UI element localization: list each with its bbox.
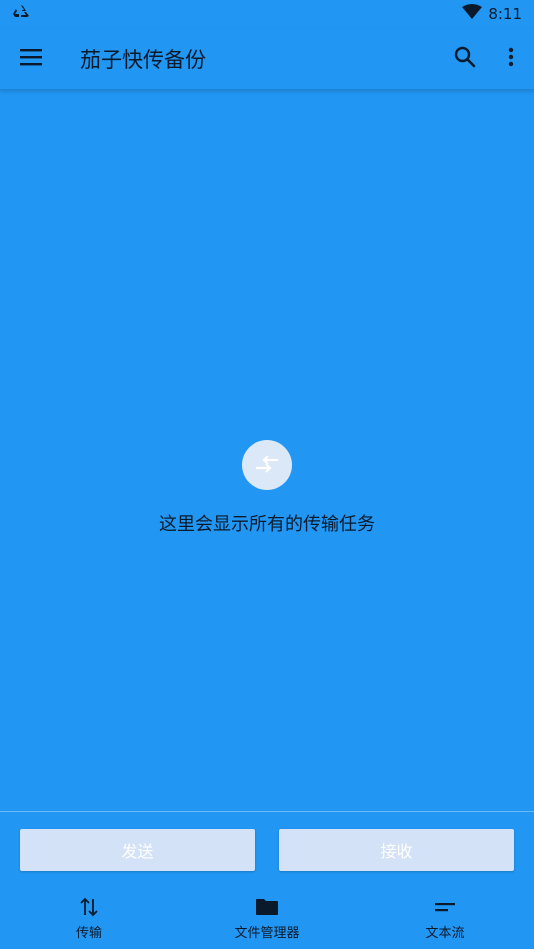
status-bar: 8:11	[0, 0, 534, 28]
wifi-icon	[462, 4, 483, 24]
nav-item-text-stream[interactable]: 文本流	[356, 888, 534, 949]
send-button[interactable]: 发送	[20, 829, 255, 871]
nav-item-transfer[interactable]: 传输	[0, 888, 178, 949]
empty-state-message: 这里会显示所有的传输任务	[159, 514, 375, 535]
divider	[0, 811, 534, 812]
nav-label: 文本流	[425, 926, 465, 941]
more-options-button[interactable]	[488, 28, 534, 90]
search-button[interactable]	[442, 28, 488, 90]
status-left	[12, 4, 30, 24]
menu-icon	[20, 48, 42, 70]
status-time: 8:11	[488, 5, 522, 23]
nav-item-file-manager[interactable]: 文件管理器	[178, 888, 356, 949]
nav-label: 传输	[75, 926, 102, 941]
text-stream-icon	[435, 896, 455, 918]
action-row: 发送 接收	[20, 829, 514, 871]
search-icon	[454, 46, 476, 72]
menu-button[interactable]	[0, 28, 62, 90]
transfer-arrows-icon	[80, 896, 98, 918]
bottom-nav: 传输 文件管理器 文本流	[0, 888, 534, 949]
nav-label: 文件管理器	[234, 926, 300, 941]
status-right: 8:11	[462, 4, 522, 24]
recycle-icon	[12, 4, 30, 24]
empty-state: 这里会显示所有的传输任务	[0, 440, 534, 536]
more-vert-icon	[508, 47, 514, 71]
app-screen: 8:11 茄子快传备份 这里会显示所有的传输任务 发送 接收 传输 文件管理器 …	[0, 0, 534, 949]
app-bar: 茄子快传备份	[0, 28, 534, 90]
receive-button[interactable]: 接收	[279, 829, 514, 871]
folder-icon	[255, 896, 279, 918]
page-title: 茄子快传备份	[80, 47, 206, 72]
transfer-icon	[242, 440, 292, 490]
app-actions	[442, 28, 534, 90]
